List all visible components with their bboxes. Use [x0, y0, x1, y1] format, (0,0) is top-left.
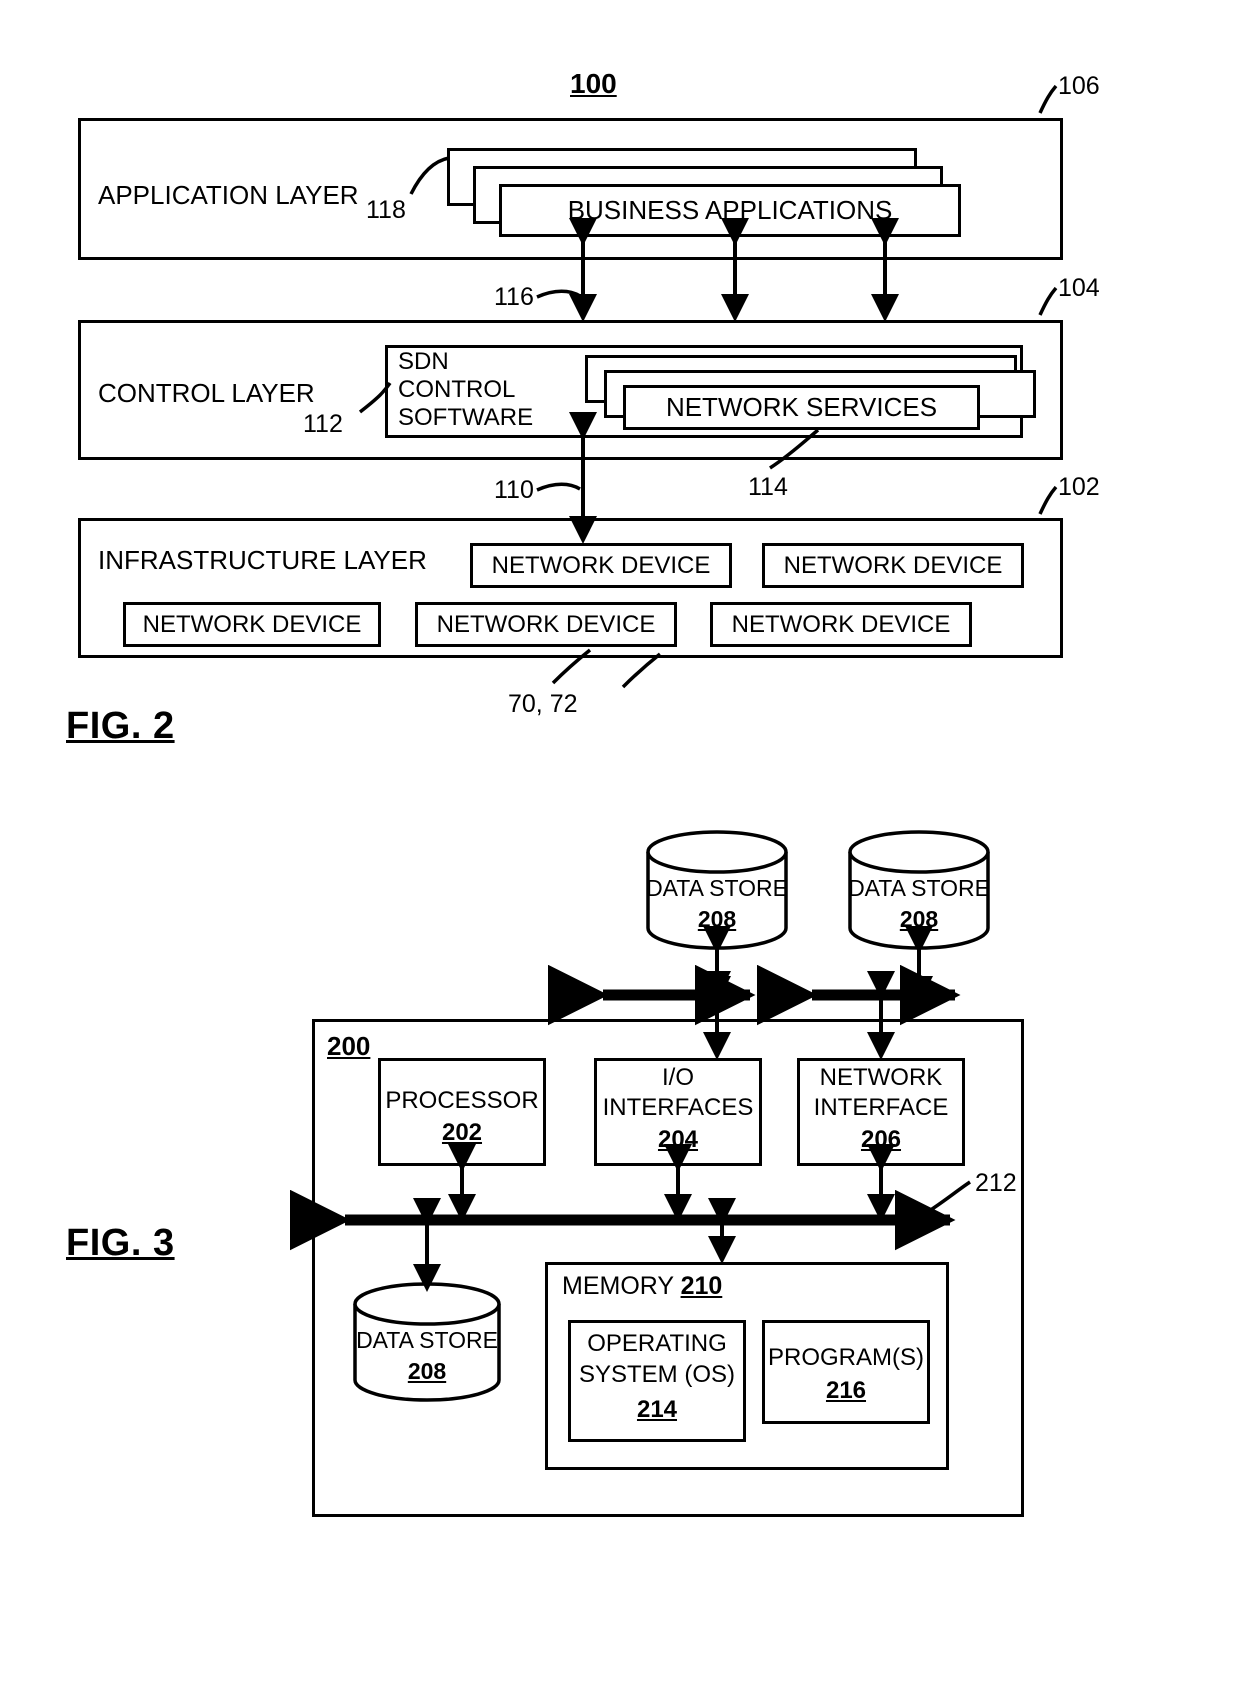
patent-figure-sheet: 100 APPLICATION LAYER BUSINESS APPLICATI…: [0, 0, 1240, 1693]
reference-106: 106: [1058, 72, 1100, 100]
memory-label: MEMORY 210: [562, 1272, 722, 1301]
memory-label-text: MEMORY: [562, 1272, 674, 1300]
reference-212: 212: [975, 1169, 1017, 1197]
processor-label: PROCESSOR: [385, 1087, 539, 1114]
control-layer-title: CONTROL LAYER: [98, 378, 315, 408]
programs-box: [762, 1320, 930, 1424]
operating-system-ref: 214: [636, 1396, 678, 1423]
network-device-1: NETWORK DEVICE: [470, 543, 732, 588]
sdn-label-line2: CONTROL: [398, 376, 516, 403]
reference-118: 118: [366, 196, 406, 224]
io-interfaces-label-line1: I/O: [661, 1064, 694, 1091]
network-device-3: NETWORK DEVICE: [123, 602, 381, 647]
operating-system-label-line2: SYSTEM (OS): [578, 1361, 735, 1388]
fig2-top-reference: 100: [570, 68, 617, 99]
reference-112: 112: [303, 410, 343, 438]
business-applications-label: BUSINESS APPLICATIONS: [567, 195, 893, 225]
io-interfaces-label-line2: INTERFACES: [602, 1094, 754, 1121]
network-device-5: NETWORK DEVICE: [710, 602, 972, 647]
sdn-control-software-label: SDN CONTROL SOFTWARE: [398, 348, 533, 432]
fig2-caption: FIG. 2: [66, 705, 175, 747]
system-reference-200: 200: [327, 1031, 371, 1061]
reference-116: 116: [494, 283, 534, 311]
data-store-label: DATA STORE: [356, 1327, 498, 1353]
network-device-label: NETWORK DEVICE: [783, 551, 1003, 579]
network-device-label: NETWORK DEVICE: [491, 551, 711, 579]
data-store-label: DATA STORE: [646, 875, 788, 901]
sdn-label-line1: SDN: [398, 348, 449, 375]
reference-102: 102: [1058, 473, 1100, 501]
sdn-label-line3: SOFTWARE: [398, 404, 534, 431]
infrastructure-layer-title: INFRASTRUCTURE LAYER: [98, 545, 427, 575]
processor-ref: 202: [441, 1119, 483, 1146]
reference-70-72: 70, 72: [508, 690, 578, 718]
application-layer-title: APPLICATION LAYER: [98, 180, 359, 210]
programs-label: PROGRAM(S): [768, 1344, 924, 1371]
network-device-2: NETWORK DEVICE: [762, 543, 1024, 588]
operating-system-label-line1: OPERATING: [587, 1330, 727, 1357]
programs-ref: 216: [825, 1377, 867, 1404]
network-device-label: NETWORK DEVICE: [436, 610, 656, 638]
network-interface-label-line2: INTERFACE: [813, 1094, 949, 1121]
external-data-store-2: DATA STORE 208: [848, 830, 990, 950]
reference-110: 110: [494, 476, 534, 504]
network-device-label: NETWORK DEVICE: [731, 610, 951, 638]
business-applications-box: BUSINESS APPLICATIONS: [499, 184, 961, 237]
network-interface-ref: 206: [860, 1126, 902, 1153]
network-device-4: NETWORK DEVICE: [415, 602, 677, 647]
data-store-ref: 208: [899, 906, 939, 932]
internal-data-store: DATA STORE 208: [353, 1282, 501, 1402]
external-data-store-1: DATA STORE 208: [646, 830, 788, 950]
reference-104: 104: [1058, 274, 1100, 302]
data-store-ref: 208: [407, 1358, 447, 1384]
network-interface-label-line1: NETWORK: [819, 1064, 943, 1091]
memory-ref: 210: [680, 1272, 723, 1300]
reference-114: 114: [748, 473, 788, 501]
network-services-label: NETWORK SERVICES: [665, 392, 938, 422]
data-store-label: DATA STORE: [848, 875, 990, 901]
network-services-box: NETWORK SERVICES: [623, 385, 980, 430]
data-store-ref: 208: [697, 906, 737, 932]
io-interfaces-ref: 204: [657, 1126, 699, 1153]
network-device-label: NETWORK DEVICE: [142, 610, 362, 638]
fig3-caption: FIG. 3: [66, 1222, 175, 1264]
